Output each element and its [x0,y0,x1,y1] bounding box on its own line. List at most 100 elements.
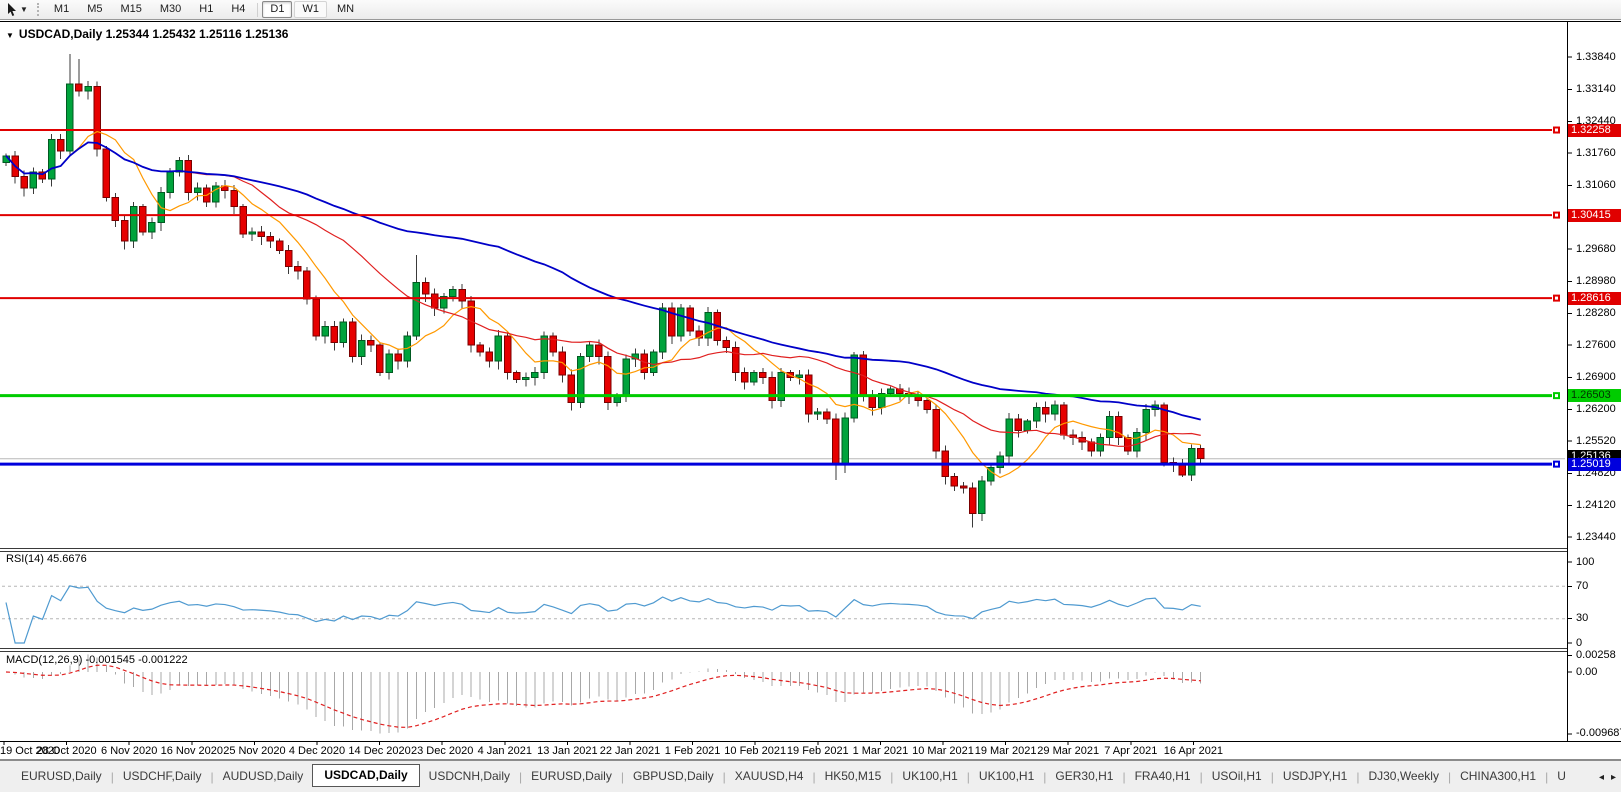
chart-tab-uk100-h1[interactable]: UK100,H1 [970,767,1043,786]
date-axis-label: 10 Feb 2021 [724,745,787,757]
timeframe-button-m1[interactable]: M1 [46,1,77,18]
chevron-down-icon[interactable]: ▼ [20,5,28,14]
price-axis-tick: 1.23440 [1576,530,1616,543]
chart-tab-usdjpy-h1[interactable]: USDJPY,H1 [1274,767,1356,786]
macd-histogram [14,654,1202,734]
date-axis-label: 23 Dec 2020 [410,745,474,757]
rsi-scale-tick: 0 [1576,636,1583,649]
timeframe-buttons-group: M1 M5 M15 M30 H1 H4 D1 W1 MN [45,1,363,18]
level-anchor [1553,211,1560,219]
date-axis-label: 19 Oct 2020 [0,745,60,757]
timeframe-button-w1[interactable]: W1 [294,1,327,18]
price-axis-tick: 1.28280 [1576,307,1616,320]
timeframe-button-d1[interactable]: D1 [262,1,293,18]
chart-tab-u[interactable]: U [1548,767,1575,786]
level-price-label[interactable]: 1.26503 [1568,389,1621,403]
ma-line-slow [5,141,1201,421]
date-axis-label: 4 Dec 2020 [288,745,346,757]
price-axis-tick: 1.25520 [1576,434,1616,447]
price-axis-tick: 1.29680 [1576,242,1616,255]
date-axis-label: 22 Jan 2021 [599,745,661,757]
date-axis-label: 4 Jan 2021 [477,745,533,757]
price-axis-tick: 1.24820 [1576,466,1616,479]
level-anchor [1553,126,1560,134]
chart-title-quotes: 1.25344 1.25432 1.25116 1.25136 [105,27,289,41]
price-axis-tick: 1.31060 [1576,178,1616,191]
date-axis-label: 14 Dec 2020 [348,745,411,757]
chart-tab-dj30-weekly[interactable]: DJ30,Weekly [1359,767,1447,786]
chart-tabs-bar: EURUSD,Daily | USDCHF,Daily | AUDUSD,Daily US… [0,760,1621,792]
timeframe-button-mn[interactable]: MN [329,1,362,18]
rsi-indicator-label: RSI(14) 45.6676 [6,553,87,565]
ma-line-mid [5,141,1201,447]
rsi-scale-tick: 30 [1576,612,1589,625]
timeframe-toolbar: ▼ M1 M5 M15 M30 H1 H4 D1 W1 MN [0,0,1621,20]
level-anchor [1553,294,1560,302]
chart-title: ▼ USDCAD,Daily 1.25344 1.25432 1.25116 1.… [6,27,288,41]
rsi-scale-tick: 70 [1576,579,1589,592]
date-axis-label: 16 Nov 2020 [160,745,223,757]
timeframe-button-h1[interactable]: H1 [191,1,221,18]
chart-tab-usdcnh-daily[interactable]: USDCNH,Daily [420,767,519,786]
price-axis-tick: 1.33140 [1576,82,1616,95]
timeframe-button-m5[interactable]: M5 [79,1,110,18]
chart-tab-fra40-h1[interactable]: FRA40,H1 [1126,767,1200,786]
price-axis-tick: 1.24120 [1576,499,1616,512]
level-anchor [1553,460,1560,468]
chart-tab-usoil-h1[interactable]: USOil,H1 [1203,767,1271,786]
macd-signal-line [5,664,1201,728]
date-axis-label: 10 Mar 2021 [912,745,974,757]
toolbar-grip[interactable] [36,3,39,16]
chart-tab-china300-h1[interactable]: CHINA300,H1 [1451,767,1545,786]
collapse-triangle-icon[interactable]: ▼ [6,31,14,40]
level-price-label[interactable]: 1.30415 [1568,208,1621,222]
date-axis-label: 16 Apr 2021 [1163,745,1224,757]
date-axis-label: 1 Feb 2021 [664,745,721,757]
level-price-label[interactable]: 1.32258 [1568,123,1621,137]
price-axis-tick: 1.31760 [1576,146,1616,159]
chart-title-symbol: USDCAD,Daily [18,27,103,41]
cursor-arrow-icon [8,3,16,16]
macd-scale-tick: 0.00258 [1576,648,1616,661]
macd-indicator-label: MACD(12,26,9) -0.001545 -0.001222 [6,654,188,666]
date-axis-label: 29 Mar 2021 [1037,745,1100,757]
chart-tab-hk50-m15[interactable]: HK50,M15 [816,767,891,786]
chart-tab-gbpusd-daily[interactable]: GBPUSD,Daily [624,767,723,786]
level-anchor [1553,392,1560,400]
price-axis-tick: 1.26200 [1576,403,1616,416]
date-axis-label: 25 Nov 2020 [223,745,286,757]
date-axis-label: 7 Apr 2021 [1104,745,1158,757]
timeframe-button-m30[interactable]: M30 [152,1,189,18]
candles-layer [2,54,1205,528]
chart-cursor-tool[interactable]: ▼ [5,2,28,17]
date-axis-label: 1 Mar 2021 [852,745,909,757]
tab-scroll-controls: ◂ ▸ [1599,761,1616,793]
chart-tab-audusd-daily[interactable]: AUDUSD,Daily [214,767,313,786]
tab-scroll-left-icon[interactable]: ◂ [1599,772,1604,783]
chart-tab-eurusd-daily[interactable]: EURUSD,Daily [522,767,621,786]
rsi-line [5,585,1201,644]
date-axis-label: 28 Oct 2020 [36,745,97,757]
axis-labels-layer: 1.33840 1.33140 1.32440 1.31760 1.31060 1.303… [0,0,1621,792]
bid-price-label: 1.25136 [1568,450,1621,464]
price-axis-tick: 1.26900 [1576,370,1616,383]
chart-canvas[interactable] [0,0,1621,792]
macd-scale-tick: 0.00 [1576,665,1598,678]
rsi-scale-tick: 100 [1576,555,1595,568]
date-axis-label: 19 Mar 2021 [974,745,1037,757]
level-price-label[interactable]: 1.28616 [1568,291,1621,305]
chart-tab-usdcad-daily[interactable]: USDCAD,Daily [312,764,420,787]
level-price-label[interactable]: 1.25019 [1568,457,1621,471]
tab-scroll-right-icon[interactable]: ▸ [1611,772,1616,783]
chart-tab-eurusd-daily[interactable]: EURUSD,Daily [12,767,111,786]
chart-tab-ger30-h1[interactable]: GER30,H1 [1046,767,1122,786]
price-axis-tick: 1.28980 [1576,274,1616,287]
ma-line-fast [5,130,1201,479]
chart-tab-uk100-h1[interactable]: UK100,H1 [893,767,966,786]
macd-scale-tick: -0.009687 [1576,727,1621,740]
chart-tab-xauusd-h4[interactable]: XAUUSD,H4 [726,767,813,786]
date-axis-label: 19 Feb 2021 [786,745,849,757]
chart-tab-usdchf-daily[interactable]: USDCHF,Daily [114,767,211,786]
timeframe-button-h4[interactable]: H4 [223,1,253,18]
timeframe-button-m15[interactable]: M15 [112,1,149,18]
